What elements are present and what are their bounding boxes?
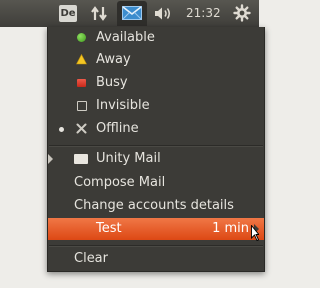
- message-time: 1 min: [212, 221, 249, 236]
- menu-item-away[interactable]: Away: [48, 49, 264, 71]
- menu-item-unity-mail[interactable]: Unity Mail: [48, 148, 264, 170]
- speaker-icon[interactable]: [154, 6, 174, 21]
- menu-item-label: Invisible: [96, 98, 150, 113]
- x-icon: [76, 123, 87, 134]
- menu-item-label: Offline: [96, 121, 139, 136]
- menu-separator: [49, 245, 263, 247]
- menu-item-label: Clear: [74, 251, 108, 266]
- empty-square-icon: [77, 101, 87, 111]
- envelope-icon: [74, 154, 88, 164]
- app-arrow-icon: [48, 154, 53, 164]
- menu-item-message[interactable]: Test 1 min: [48, 218, 264, 240]
- clock[interactable]: 21:32: [186, 6, 221, 21]
- menu-separator: [49, 145, 263, 147]
- menu-item-label: Away: [96, 52, 131, 67]
- mouse-cursor-icon: [251, 225, 259, 241]
- menu-item-busy[interactable]: Busy: [48, 72, 264, 94]
- menu-item-label: Change accounts details: [74, 198, 234, 213]
- mail-indicator[interactable]: [117, 1, 147, 26]
- menu-item-invisible[interactable]: Invisible: [48, 95, 264, 117]
- message-subject: Test: [96, 221, 122, 236]
- green-dot-icon: [77, 33, 86, 42]
- menu-item-label: Compose Mail: [74, 175, 166, 190]
- red-square-icon: [77, 79, 86, 87]
- menu-item-offline[interactable]: Offline: [48, 118, 264, 140]
- menu-item-label: Busy: [96, 75, 128, 90]
- selected-bullet-icon: [59, 127, 64, 132]
- menu-item-change-accounts[interactable]: Change accounts details: [48, 195, 264, 217]
- keyboard-layout-indicator[interactable]: De: [59, 5, 77, 22]
- menu-item-available[interactable]: Available: [48, 27, 264, 49]
- envelope-icon: [122, 6, 142, 20]
- mail-menu: Available Away Busy Invisible Offline Un…: [47, 27, 265, 272]
- menu-item-label: Available: [96, 30, 155, 45]
- menu-item-compose-mail[interactable]: Compose Mail: [48, 172, 264, 194]
- menu-item-clear[interactable]: Clear: [48, 248, 264, 270]
- top-panel: De 21:32: [0, 0, 259, 27]
- gear-icon[interactable]: [233, 4, 251, 22]
- network-arrows-icon[interactable]: [91, 5, 107, 22]
- yellow-triangle-icon: [76, 54, 87, 65]
- menu-item-label: Unity Mail: [96, 151, 161, 166]
